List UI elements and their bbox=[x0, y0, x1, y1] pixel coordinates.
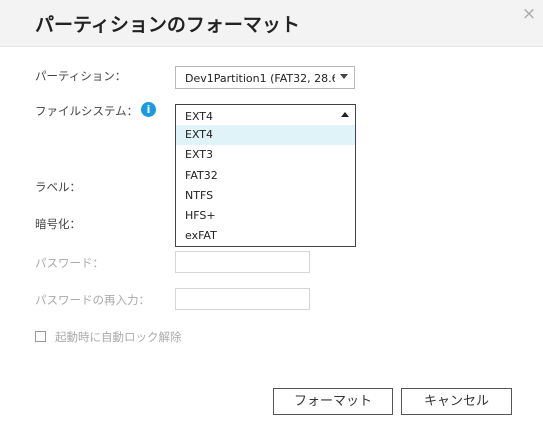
chevron-up-icon bbox=[341, 112, 349, 117]
cancel-button[interactable]: キャンセル bbox=[401, 388, 512, 415]
filesystem-option-exfat[interactable]: exFAT bbox=[176, 226, 355, 246]
auto-unlock-label: 起動時に自動ロック解除 bbox=[55, 330, 182, 344]
format-partition-dialog: パーティションのフォーマット × パーティション： Dev1Partition1… bbox=[0, 0, 543, 438]
chevron-down-icon bbox=[340, 74, 348, 79]
filesystem-option-hfsplus[interactable]: HFS+ bbox=[176, 206, 355, 226]
partition-label: パーティション： bbox=[35, 69, 127, 83]
filesystem-option-ext4[interactable]: EXT4 bbox=[176, 125, 355, 146]
filesystem-dropdown-list: EXT4 EXT3 FAT32 NTFS HFS+ exFAT bbox=[175, 125, 356, 247]
password-label: パスワード： bbox=[35, 256, 104, 270]
partition-select[interactable]: Dev1Partition1 (FAT32, 28.66 G bbox=[175, 66, 355, 89]
volume-label-label: ラベル： bbox=[35, 180, 81, 194]
filesystem-select-value: EXT4 bbox=[185, 110, 214, 123]
dialog-titlebar: パーティションのフォーマット × bbox=[0, 0, 543, 47]
password-field[interactable] bbox=[175, 251, 310, 273]
filesystem-option-fat32[interactable]: FAT32 bbox=[176, 166, 355, 186]
close-icon[interactable]: × bbox=[520, 5, 538, 23]
info-icon[interactable]: i bbox=[141, 102, 156, 117]
filesystem-label: ファイルシステム： bbox=[35, 104, 139, 118]
password-reenter-label: パスワードの再入力： bbox=[35, 293, 150, 307]
password-reenter-field[interactable] bbox=[175, 288, 310, 310]
format-button[interactable]: フォーマット bbox=[273, 388, 393, 415]
partition-select-value: Dev1Partition1 (FAT32, 28.66 G bbox=[185, 72, 335, 85]
filesystem-option-ntfs[interactable]: NTFS bbox=[176, 186, 355, 206]
filesystem-option-ext3[interactable]: EXT3 bbox=[176, 145, 355, 165]
filesystem-select[interactable]: EXT4 bbox=[175, 104, 356, 126]
auto-unlock-checkbox[interactable] bbox=[35, 331, 46, 342]
dialog-title: パーティションのフォーマット bbox=[35, 14, 300, 36]
encryption-label: 暗号化： bbox=[35, 217, 81, 231]
